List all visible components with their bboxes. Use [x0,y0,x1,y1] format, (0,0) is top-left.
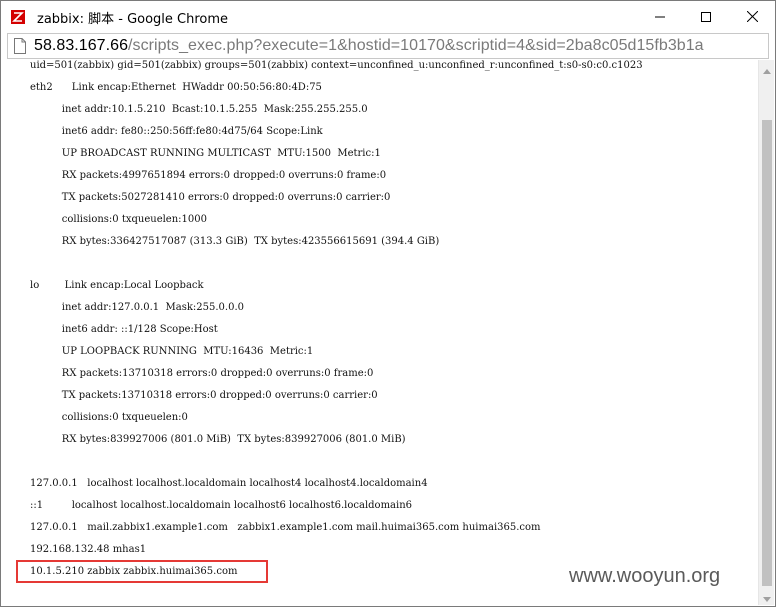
minimize-icon [655,12,665,22]
url-text[interactable]: 58.83.167.66/scripts_exec.php?execute=1&… [34,37,704,55]
output-line: 127.0.0.1 localhost localhost.localdomai… [30,478,428,489]
output-line: collisions:0 txqueuelen:0 [30,412,188,423]
maximize-button[interactable] [683,1,729,32]
minimize-button[interactable] [637,1,683,32]
page-icon [14,38,26,54]
zabbix-logo-icon [11,9,25,24]
output-line: RX bytes:839927006 (801.0 MiB) TX bytes:… [30,434,406,445]
chevron-down-icon [763,587,771,606]
output-line: inet addr:10.1.5.210 Bcast:10.1.5.255 Ma… [30,104,368,115]
output-line: uid=501(zabbix) gid=501(zabbix) groups=5… [30,60,643,71]
scroll-up-button[interactable] [759,60,775,77]
output-line: TX packets:13710318 errors:0 dropped:0 o… [30,390,378,401]
vertical-scrollbar[interactable] [758,60,774,605]
output-line: 127.0.0.1 mail.zabbix1.example1.com zabb… [30,522,541,533]
output-line: UP BROADCAST RUNNING MULTICAST MTU:1500 … [30,148,381,159]
output-line: inet addr:127.0.0.1 Mask:255.0.0.0 [30,302,244,313]
output-line: inet6 addr: ::1/128 Scope:Host [30,324,218,335]
output-line: ::1 localhost localhost.localdomain loca… [30,500,413,511]
output-line: UP LOOPBACK RUNNING MTU:16436 Metric:1 [30,346,314,357]
output-line: RX bytes:336427517087 (313.3 GiB) TX byt… [30,236,440,247]
scroll-down-button[interactable] [759,588,775,605]
output-line: 192.168.132.48 mhas1 [30,544,147,555]
close-button[interactable] [729,1,775,32]
output-line: eth2 Link encap:Ethernet HWaddr 00:50:56… [30,82,322,93]
output-line: collisions:0 txqueuelen:1000 [30,214,207,225]
maximize-icon [701,11,711,22]
browser-window: zabbix: 脚本 - Google Chrome 58.83.167.66/… [0,0,776,607]
url-path: /scripts_exec.php?execute=1&hostid=10170… [128,37,704,54]
output-line: TX packets:5027281410 errors:0 dropped:0… [30,192,391,203]
close-icon [746,11,758,22]
address-bar[interactable]: 58.83.167.66/scripts_exec.php?execute=1&… [7,33,769,59]
watermark: www.wooyun.org [569,565,721,587]
output-line: inet6 addr: fe80::250:56ff:fe80:4d75/64 … [30,126,323,137]
output-line: lo Link encap:Local Loopback [30,280,204,291]
output-line: RX packets:4997651894 errors:0 dropped:0… [30,170,387,181]
page-content: uid=501(zabbix) gid=501(zabbix) groups=5… [2,60,758,605]
chevron-up-icon [763,59,771,78]
scroll-thumb[interactable] [762,120,772,586]
highlight-box [16,560,268,583]
window-title: zabbix: 脚本 - Google Chrome [37,12,229,27]
output-line: RX packets:13710318 errors:0 dropped:0 o… [30,368,374,379]
url-host: 58.83.167.66 [34,37,129,54]
title-bar[interactable]: zabbix: 脚本 - Google Chrome [1,1,775,32]
